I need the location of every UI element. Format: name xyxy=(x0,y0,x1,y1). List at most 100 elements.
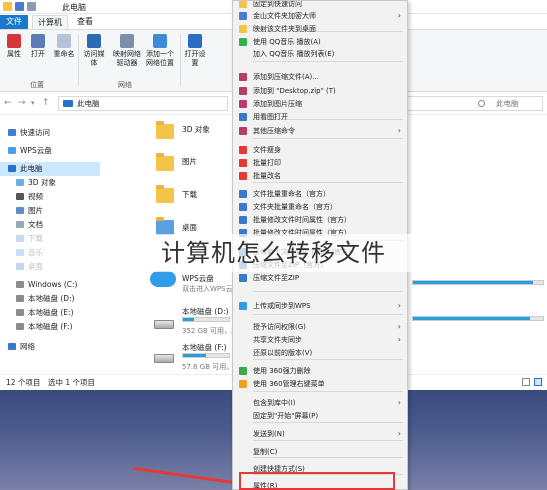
context-menu-item[interactable]: 复制(C) xyxy=(233,446,407,458)
properties-highlight-box xyxy=(239,472,395,490)
context-menu-item-label: 映射该文件夹到桌面 xyxy=(253,25,316,33)
folder-icon[interactable] xyxy=(156,121,174,139)
add-network-location-button[interactable]: 添加一个网络位置 xyxy=(144,34,176,68)
nav-item-drive-c[interactable]: Windows (C:) xyxy=(0,278,100,292)
menu-item-icon xyxy=(239,146,247,154)
context-menu-item[interactable]: 其他压缩命令 › xyxy=(233,125,407,137)
folder-pictures[interactable]: 图片 xyxy=(182,156,197,167)
context-menu-item-label: 批量修改文件时间属性（官方） xyxy=(253,216,351,224)
nav-item-drive-d[interactable]: 本地磁盘 (D:) xyxy=(0,292,100,306)
tab-file[interactable]: 文件 xyxy=(0,15,28,29)
context-menu-item[interactable]: 文件批量重命名（官方） xyxy=(233,188,407,200)
context-menu-item[interactable]: 批量修改文件时间属性（官方） xyxy=(233,214,407,226)
context-menu-item[interactable]: 文件瘦身 xyxy=(233,144,407,156)
nav-item-drive-e[interactable]: 本地磁盘 (E:) xyxy=(0,306,100,320)
folder-desktop[interactable]: 桌面 xyxy=(182,222,197,233)
context-menu-item[interactable]: 还原以前的版本(V) xyxy=(233,347,407,359)
context-menu-item-label: 固定到快速访问 xyxy=(253,0,302,8)
chevron-right-icon: › xyxy=(397,11,401,20)
search-input[interactable]: 此电脑 xyxy=(405,96,543,111)
context-menu-item[interactable]: 使用 360管理右键菜单 xyxy=(233,378,407,390)
folder-icon[interactable] xyxy=(156,185,174,203)
nav-item-label: WPS云盘 xyxy=(20,146,52,155)
group-network-label: 网络 xyxy=(118,81,132,89)
nav-item-documents[interactable]: 文档 xyxy=(0,218,100,232)
quick-access-toolbar xyxy=(3,2,55,12)
nav-item-quick-access[interactable]: 快速访问 xyxy=(0,126,100,140)
menu-separator xyxy=(253,61,403,62)
context-menu-item[interactable]: 固定到"开始"屏幕(P) xyxy=(233,410,407,422)
folder-icon[interactable] xyxy=(156,153,174,171)
menu-item-icon xyxy=(239,113,247,121)
drive-d-usage-bar xyxy=(182,317,230,322)
chevron-right-icon: › xyxy=(397,322,401,331)
context-menu-item[interactable]: 文件夹批量重命名（官方） xyxy=(233,201,407,213)
menu-separator xyxy=(253,138,403,139)
nav-item-wps-cloud[interactable]: WPS云盘 xyxy=(0,144,100,158)
cloud-name[interactable]: WPS云盘 xyxy=(182,273,214,284)
context-menu-item[interactable]: 添加到 "Desktop.zip" (T) xyxy=(233,85,407,97)
context-menu-item-label: 添加到压缩文件(A)... xyxy=(253,73,319,81)
undo-icon[interactable] xyxy=(27,2,36,11)
nav-item-drive-f[interactable]: 本地磁盘 (F:) xyxy=(0,320,100,334)
save-icon[interactable] xyxy=(15,2,24,11)
context-menu-item[interactable]: 共享文件夹同步 › xyxy=(233,334,407,346)
drive-icon[interactable] xyxy=(154,354,174,363)
properties-button[interactable]: 属性 xyxy=(2,34,26,59)
drive-f-name[interactable]: 本地磁盘 (F:) xyxy=(182,342,227,353)
context-menu-item[interactable]: 用看图打开 xyxy=(233,111,407,123)
context-menu-item[interactable]: 批量改名 xyxy=(233,170,407,182)
nav-item-pictures[interactable]: 图片 xyxy=(0,204,100,218)
context-menu-item[interactable]: 加入 QQ音乐 播放列表(E) xyxy=(233,48,407,60)
cloud-icon[interactable] xyxy=(150,271,176,287)
menu-item-icon xyxy=(239,172,247,180)
recent-locations-icon[interactable]: ▾ xyxy=(31,99,35,107)
pc-icon xyxy=(63,100,73,107)
nav-item-network[interactable]: 网络 xyxy=(0,340,100,354)
nav-item-videos[interactable]: 视频 xyxy=(0,190,100,204)
tiles-view-icon[interactable] xyxy=(534,378,542,386)
address-input[interactable]: 此电脑 xyxy=(58,96,228,111)
access-media-label: 访问媒体 xyxy=(83,50,105,67)
forward-icon[interactable]: → xyxy=(18,98,26,108)
context-menu-item[interactable]: 批量打印 xyxy=(233,157,407,169)
context-menu-item-label: 其他压缩命令 xyxy=(253,127,295,135)
up-icon[interactable]: ↑ xyxy=(42,98,50,108)
map-drive-button[interactable]: 映射网络驱动器 xyxy=(112,34,142,68)
nav-item-label: 本地磁盘 (D:) xyxy=(28,294,75,303)
context-menu-item[interactable]: 发送到(N) › xyxy=(233,428,407,440)
context-menu-item[interactable]: 使用 QQ音乐 播放(A) xyxy=(233,36,407,48)
breadcrumb[interactable]: 此电脑 xyxy=(77,99,100,108)
folder-icon[interactable] xyxy=(3,2,12,11)
selection-count: 选中 1 个项目 xyxy=(48,378,96,387)
menu-item-icon xyxy=(239,87,247,95)
context-menu-item[interactable]: 添加到图片压缩 xyxy=(233,98,407,110)
folder-downloads[interactable]: 下载 xyxy=(182,189,197,200)
context-menu-item[interactable]: 添加到压缩文件(A)... xyxy=(233,71,407,83)
context-menu-item[interactable]: 固定到快速访问 xyxy=(233,0,407,10)
context-menu-item[interactable]: 包含到库中(I) › xyxy=(233,397,407,409)
drive-usage-fill xyxy=(413,317,530,320)
rename-button[interactable]: 重命名 xyxy=(52,34,76,59)
back-icon[interactable]: ← xyxy=(4,98,12,108)
details-view-icon[interactable] xyxy=(522,378,530,386)
context-menu-item[interactable]: 授予访问权限(G) › xyxy=(233,321,407,333)
drive-icon[interactable] xyxy=(154,320,174,329)
context-menu-item[interactable]: 使用 360强力删除 xyxy=(233,365,407,377)
folder-3d-objects[interactable]: 3D 对象 xyxy=(182,124,210,135)
open-settings-button[interactable]: 打开设置 xyxy=(184,34,206,68)
context-menu-item-label: 添加到 "Desktop.zip" (T) xyxy=(253,87,336,95)
video-icon xyxy=(16,193,24,200)
context-menu-item[interactable]: 压缩文件至ZIP xyxy=(233,272,407,284)
drive-d-name[interactable]: 本地磁盘 (D:) xyxy=(182,306,229,317)
folder-icon[interactable] xyxy=(156,217,174,235)
context-menu-item[interactable]: 映射该文件夹到桌面 xyxy=(233,23,407,35)
nav-item-this-pc[interactable]: 此电脑 xyxy=(0,162,100,176)
context-menu-item[interactable]: 上传或同步到WPS › xyxy=(233,300,407,312)
tab-computer[interactable]: 计算机 xyxy=(32,15,68,29)
nav-item-3d-objects[interactable]: 3D 对象 xyxy=(0,176,100,190)
access-media-button[interactable]: 访问媒体 xyxy=(82,34,106,68)
context-menu-item[interactable]: 金山文件夹加密大师 › xyxy=(233,10,407,22)
open-button[interactable]: 打开 xyxy=(26,34,50,59)
tab-view[interactable]: 查看 xyxy=(72,15,98,29)
